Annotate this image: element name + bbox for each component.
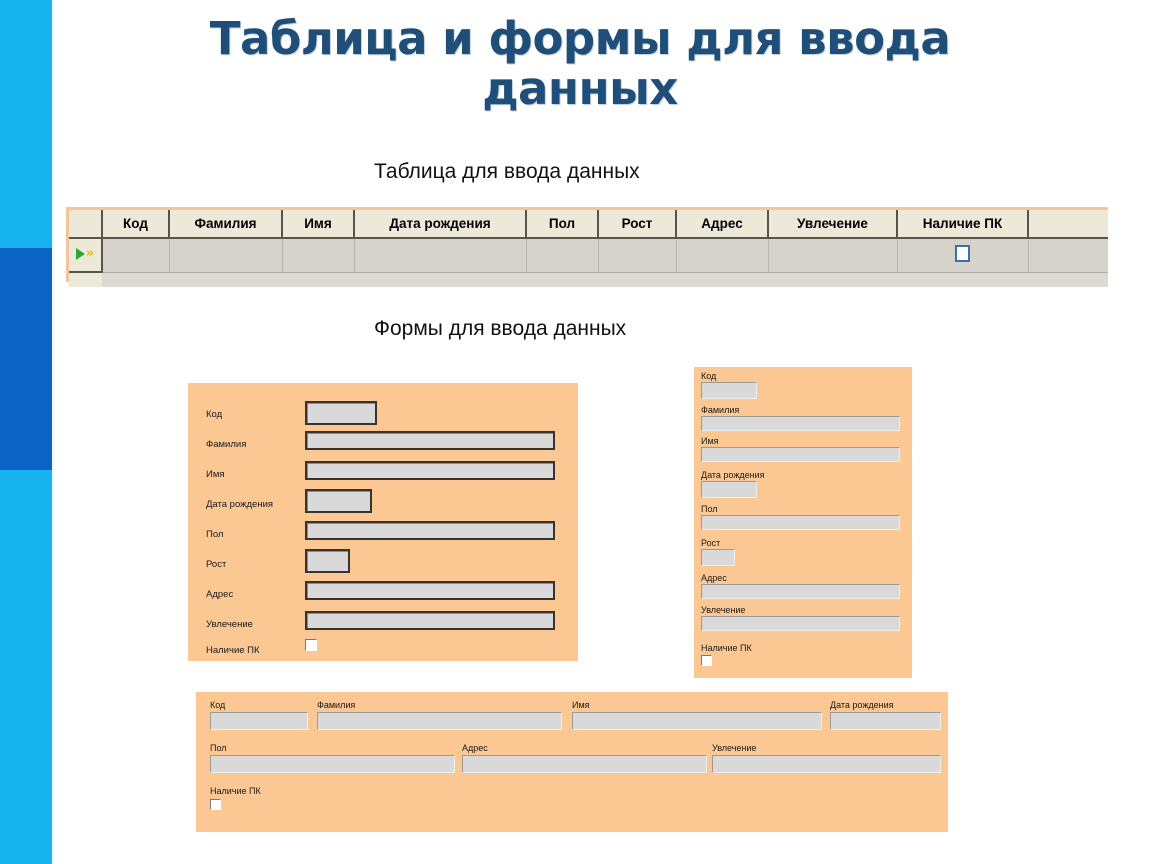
column-header-nalichie-pk[interactable]: Наличие ПК — [897, 210, 1029, 239]
form-stacked: Код Фамилия Имя Дата рождения Пол Рост А… — [694, 367, 912, 678]
cell-nalichie-pk[interactable] — [897, 238, 1029, 273]
form3-input-imya[interactable] — [572, 712, 822, 730]
form2-input-data-rozhdeniya[interactable] — [701, 481, 757, 498]
form1-input-pol[interactable] — [305, 521, 555, 540]
form2-label-kod: Код — [701, 371, 717, 381]
datasheet-table: Код Фамилия Имя Дата рождения Пол Рост А… — [69, 210, 1108, 287]
form2-input-pol[interactable] — [701, 515, 900, 530]
nalichie-pk-checkbox[interactable] — [955, 245, 970, 263]
form3-label-adres: Адрес — [462, 743, 488, 753]
form1-input-adres[interactable] — [305, 581, 555, 600]
datasheet-frame: Код Фамилия Имя Дата рождения Пол Рост А… — [66, 207, 1108, 287]
footer-blank-cell — [102, 272, 1108, 287]
form2-input-adres[interactable] — [701, 584, 900, 599]
form1-input-data-rozhdeniya[interactable] — [305, 489, 372, 513]
form2-input-uvlechenie[interactable] — [701, 616, 900, 631]
form2-checkbox-nalichie-pk[interactable] — [701, 655, 712, 666]
form3-input-uvlechenie[interactable] — [712, 755, 941, 773]
form3-input-pol[interactable] — [210, 755, 455, 773]
form3-label-uvlechenie: Увлечение — [712, 743, 757, 753]
cell-imya[interactable] — [282, 238, 355, 273]
form2-input-familiya[interactable] — [701, 416, 900, 431]
form3-input-data-rozhdeniya[interactable] — [830, 712, 941, 730]
form1-label-imya: Имя — [206, 469, 225, 480]
slide-canvas: Таблица и формы для ввода данных Таблица… — [0, 0, 1150, 864]
form3-input-kod[interactable] — [210, 712, 308, 730]
column-header-adres[interactable]: Адрес — [676, 210, 769, 239]
column-header-pol[interactable]: Пол — [526, 210, 599, 239]
form2-label-adres: Адрес — [701, 573, 727, 583]
cell-adres[interactable] — [676, 238, 769, 273]
datasheet-header-row: Код Фамилия Имя Дата рождения Пол Рост А… — [69, 210, 1108, 239]
form3-label-kod: Код — [210, 700, 226, 710]
section-label-table: Таблица для ввода данных — [374, 160, 640, 183]
form1-label-data-rozhdeniya: Дата рождения — [206, 499, 274, 510]
cell-uvlechenie[interactable] — [768, 238, 898, 273]
form1-input-imya[interactable] — [305, 461, 555, 480]
column-header-rost[interactable]: Рост — [598, 210, 677, 239]
form2-input-imya[interactable] — [701, 447, 900, 462]
form2-label-uvlechenie: Увлечение — [701, 605, 746, 615]
form1-label-uvlechenie: Увлечение — [206, 619, 253, 630]
form3-label-pol: Пол — [210, 743, 227, 753]
cell-rost[interactable] — [598, 238, 677, 273]
form2-label-familiya: Фамилия — [701, 405, 740, 415]
column-header-uvlechenie[interactable]: Увлечение — [768, 210, 898, 239]
form2-input-kod[interactable] — [701, 382, 757, 399]
form1-label-kod: Код — [206, 409, 223, 420]
column-header-filler — [1028, 210, 1108, 239]
column-header-imya[interactable]: Имя — [282, 210, 355, 239]
form1-label-nalichie-pk: Наличие ПК — [206, 645, 260, 656]
cell-familiya[interactable] — [169, 238, 283, 273]
column-header-data-rozhdeniya[interactable]: Дата рождения — [354, 210, 527, 239]
table-row[interactable]: » — [69, 238, 1108, 273]
form-tabular: Код Фамилия Имя Дата рождения Пол Адрес … — [196, 692, 948, 832]
form3-label-data-rozhdeniya: Дата рождения — [830, 700, 894, 710]
form3-label-familiya: Фамилия — [317, 700, 356, 710]
form2-label-data-rozhdeniya: Дата рождения — [701, 470, 765, 480]
form3-input-familiya[interactable] — [317, 712, 562, 730]
form3-label-nalichie-pk: Наличие ПК — [210, 786, 261, 796]
left-accent-divider — [52, 0, 55, 864]
form2-label-nalichie-pk: Наличие ПК — [701, 643, 752, 653]
form1-input-uvlechenie[interactable] — [305, 611, 555, 630]
form-columnar: Код Фамилия Имя Дата рождения Пол Рост А… — [188, 383, 578, 661]
form2-label-rost: Рост — [701, 538, 721, 548]
column-header-familiya[interactable]: Фамилия — [169, 210, 283, 239]
form3-label-imya: Имя — [572, 700, 590, 710]
form1-input-familiya[interactable] — [305, 431, 555, 450]
form1-checkbox-nalichie-pk[interactable] — [305, 639, 317, 651]
cell-pol[interactable] — [526, 238, 599, 273]
row-selector-header — [69, 210, 103, 239]
page-title: Таблица и формы для ввода данных — [209, 12, 951, 116]
form2-label-imya: Имя — [701, 436, 719, 446]
column-header-kod[interactable]: Код — [102, 210, 170, 239]
form1-input-kod[interactable] — [305, 401, 377, 425]
left-accent-bar-middle — [0, 248, 52, 470]
footer-selector-cell — [69, 272, 102, 287]
form2-input-rost[interactable] — [701, 549, 735, 566]
section-label-forms: Формы для ввода данных — [374, 317, 627, 340]
form1-label-rost: Рост — [206, 559, 227, 570]
left-accent-bar-bottom — [0, 470, 52, 864]
new-record-arrow-icon: » — [75, 247, 94, 260]
form2-label-pol: Пол — [701, 504, 718, 514]
left-accent-bar-top — [0, 0, 52, 248]
cell-data-rozhdeniya[interactable] — [354, 238, 527, 273]
form1-label-familiya: Фамилия — [206, 439, 247, 450]
form1-input-rost[interactable] — [305, 549, 350, 573]
form1-label-pol: Пол — [206, 529, 224, 540]
datasheet-footer-row — [69, 272, 1108, 287]
form3-checkbox-nalichie-pk[interactable] — [210, 799, 221, 810]
form1-label-adres: Адрес — [206, 589, 234, 600]
cell-kod[interactable] — [102, 238, 170, 273]
form3-input-adres[interactable] — [462, 755, 707, 773]
cell-filler — [1028, 238, 1108, 273]
record-selector-cell[interactable]: » — [69, 238, 103, 273]
